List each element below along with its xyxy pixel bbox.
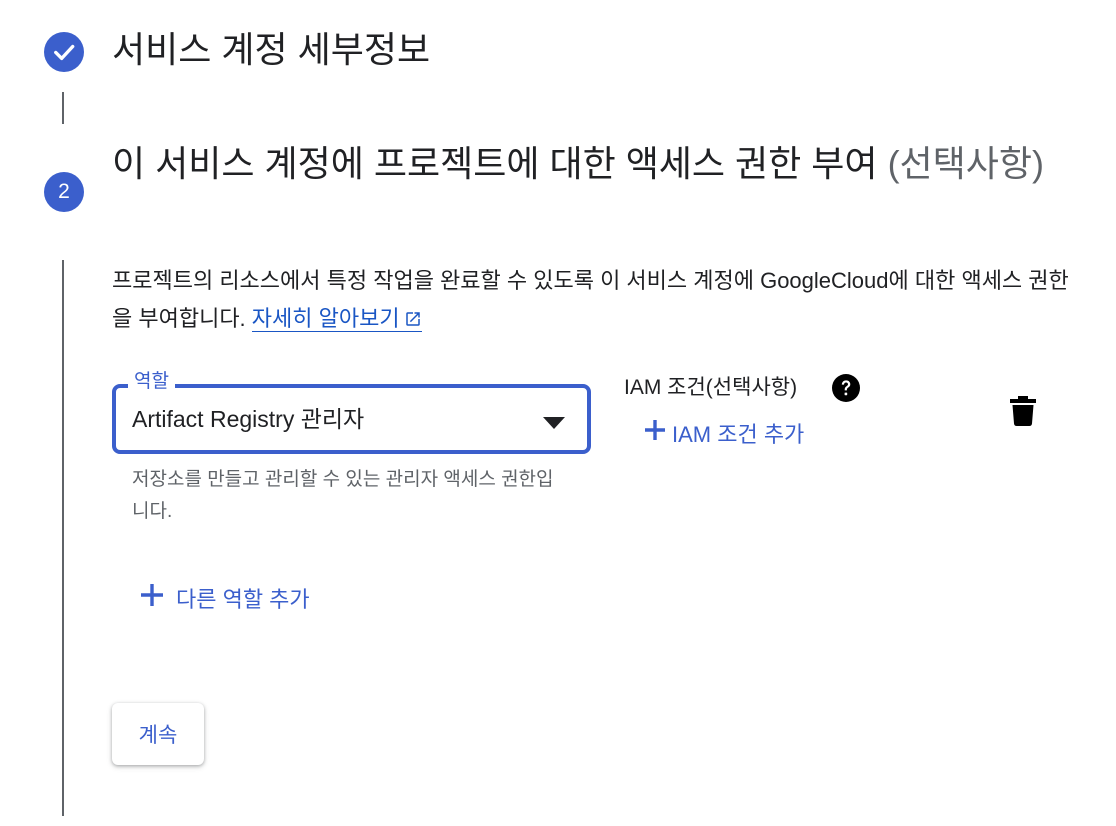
iam-condition-label: IAM 조건(선택사항): [624, 376, 798, 399]
add-another-role-button[interactable]: 다른 역할 추가: [140, 583, 310, 613]
continue-button[interactable]: 계속: [112, 703, 204, 765]
role-help-text: 저장소를 만들고 관리할 수 있는 관리자 액세스 권한입니다.: [132, 469, 554, 522]
step-2-title-text: 이 서비스 계정에 프로젝트에 대한 액세스 권한 부여: [112, 143, 878, 184]
step-2-rail: [62, 260, 64, 816]
plus-icon: [140, 583, 164, 613]
add-another-role-label: 다른 역할 추가: [176, 587, 310, 612]
plus-icon: [644, 419, 666, 447]
learn-more-text: 자세히 알아보기: [251, 306, 400, 331]
dropdown-arrow-icon: [543, 416, 565, 434]
learn-more-link[interactable]: 자세히 알아보기: [251, 306, 422, 332]
add-iam-condition-button[interactable]: IAM 조건 추가: [644, 418, 804, 448]
step-connector: [62, 92, 64, 124]
step-complete-check-icon: [44, 32, 84, 72]
step-2-description: 프로젝트의 리소스에서 특정 작업을 완료할 수 있도록 이 서비스 계정에 G…: [112, 262, 1072, 340]
role-select-value: Artifact Registry 관리자: [132, 406, 365, 432]
step-2-title: 이 서비스 계정에 프로젝트에 대한 액세스 권한 부여 (선택사항): [112, 138, 1072, 190]
step-2-optional-label: (선택사항): [887, 143, 1045, 184]
external-link-icon: [404, 302, 422, 340]
step-1-title: 서비스 계정 세부정보: [112, 29, 431, 70]
role-select-label: 역할: [128, 370, 175, 394]
help-icon[interactable]: [832, 374, 860, 407]
step-2-number-badge: 2: [44, 172, 84, 212]
role-select[interactable]: 역할 Artifact Registry 관리자: [112, 370, 591, 454]
add-iam-condition-label: IAM 조건 추가: [672, 422, 805, 447]
delete-role-icon[interactable]: [1010, 396, 1036, 431]
